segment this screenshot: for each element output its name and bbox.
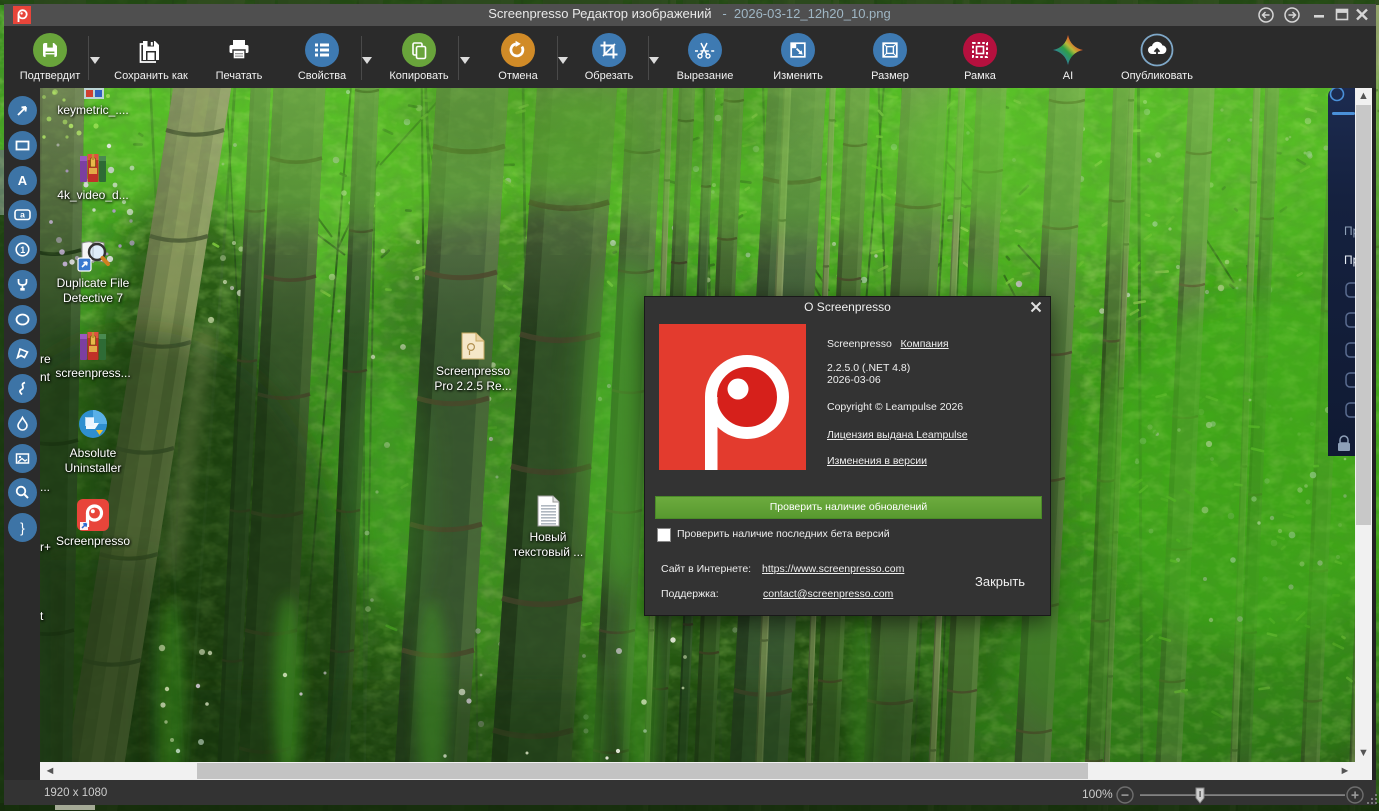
svg-text:a: a [20,210,25,220]
svg-text:Пр: Пр [1344,253,1355,267]
svg-text:1: 1 [20,245,25,255]
svg-text:Пр: Пр [1344,224,1355,238]
svg-text:}: } [20,520,25,536]
svg-text:A: A [18,173,28,188]
